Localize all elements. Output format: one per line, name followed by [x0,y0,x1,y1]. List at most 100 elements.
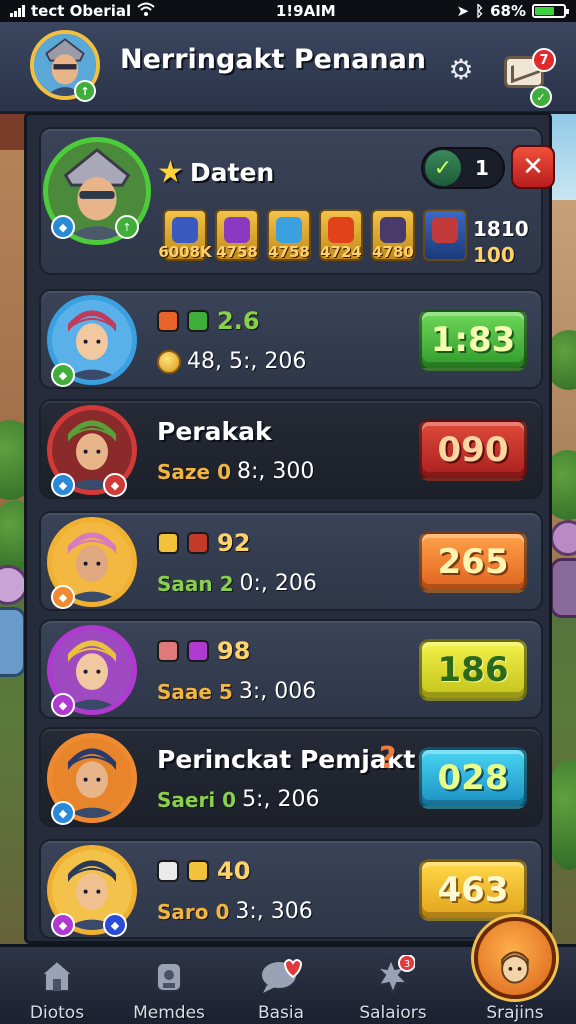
player-top-stat: 92 [157,529,250,557]
inventory-item-value: 4758 [268,243,310,261]
score-button[interactable]: 186 [419,639,527,701]
class-badge: ◆ [51,801,75,825]
mailbox-button[interactable]: 7 ✓ [500,40,556,108]
star-icon: ★ [157,155,184,190]
player-stat-line: Saae 5 3:, 006 [157,679,316,704]
nav-label-home: Diotos [29,1003,85,1023]
featured-player-card[interactable]: ◆ ↑ ★ Daten ✓ 1 ✕ 6008K 4758 4758 4724 4780 … [39,127,555,275]
rank-badge: ◆ [103,473,127,497]
svg-text:3: 3 [404,959,410,970]
item-gem-icon [276,217,302,243]
inventory-item-value: 4724 [320,243,362,261]
signal-icon [10,5,25,17]
status-bar: tect Oberial 1!9AIM ➤ ᛒ 68% [0,0,576,22]
item-gem-icon [224,217,250,243]
class-badge: ◆ [51,913,75,937]
player-name: Perakak [157,417,272,446]
stat-value: 0:, 206 [239,571,317,596]
nav-label-chat: Basia [257,1003,305,1023]
nav-tab-home[interactable]: Diotos [2,947,112,1024]
class-badge: ◆ [51,473,75,497]
level-badge: ↑ [115,215,139,239]
leaderboard-row[interactable]: ◆ Perinckat Pemjakt Saeri 0 5:, 206 028? [39,727,543,827]
bottom-navigation: Diotos Memdes Basia 3 Salaiors Srajins [0,917,576,1024]
player-stat-line: 48, 5:, 206 [157,349,306,374]
close-icon: ✕ [522,152,544,182]
carrier-name: tect Oberial [31,2,132,20]
stat-prefix: Saan 2 [157,571,234,596]
nav-tab-members[interactable]: Memdes [114,947,224,1024]
backpack-icon [147,953,191,997]
nav-tab-character[interactable]: Srajins [460,947,570,1024]
mail-count-badge: 7 [532,48,556,72]
wifi-icon [137,2,155,20]
page-title: Nerringakt Penanan [120,44,427,75]
character-icon [493,945,537,989]
toggle-count: 1 [475,156,489,180]
nav-label-character: Srajins [486,1003,544,1023]
class-badge: ◆ [51,585,75,609]
inventory-item-value: 4758 [216,243,258,261]
nav-label-members: Memdes [133,1003,205,1023]
player-stat-line: Saeri 0 5:, 206 [157,787,319,812]
stat-value: 8:, 300 [236,459,315,484]
nav-tab-chat[interactable]: Basia [226,947,336,1024]
leaderboard-row[interactable]: ◆ 92 Saan 2 0:, 206 265 [39,511,543,611]
gear-icon: ⚙ [448,52,474,86]
leaderboard-row[interactable]: ◆ ◆ 40 Saro 0 3:, 306 463 [39,839,543,939]
featured-stat-bottom: 100 [473,243,515,267]
npc-character-right [550,520,576,630]
class-badge: ◆ [51,215,75,239]
featured-name: ★ Daten [157,155,274,190]
player-stat-line: Saze 0 8:, 300 [157,459,314,484]
close-button[interactable]: ✕ [511,145,555,189]
avatar-level-badge: ↑ [74,80,96,102]
featured-name-text: Daten [189,158,275,187]
stat-value: 5:, 206 [242,787,320,812]
leaderboard-row[interactable]: ◆ 2.6 48, 5:, 206 1:83 [39,289,543,389]
leaderboard-row[interactable]: ◆ 98 Saae 5 3:, 006 186 [39,619,543,719]
leaderboard-panel: ◆ ↑ ★ Daten ✓ 1 ✕ 6008K 4758 4758 4724 4780 … [24,112,555,944]
home-icon [35,953,79,997]
inventory-item[interactable] [423,209,467,261]
stat-prefix: Saae 5 [157,679,233,704]
inventory-item-value: 6008K [158,243,212,261]
score-button[interactable]: 028 [419,747,527,809]
ready-toggle[interactable]: ✓ 1 [421,147,505,189]
inventory-item-value: 4780 [372,243,414,261]
stat-value: 3:, 006 [238,679,317,704]
rank-badge: ◆ [103,913,127,937]
stat-prefix: Saro 0 [157,899,230,924]
player-top-stat: 2.6 [157,307,260,335]
help-icon[interactable]: ? [379,741,396,776]
leaderboard-row[interactable]: ◆ ◆ Perakak Saze 0 8:, 300 090 [39,399,543,499]
stat-value: 48, 5:, 206 [187,349,307,374]
player-top-stat: 40 [157,857,250,885]
item-gem-icon [380,217,406,243]
coin-icon [157,349,181,374]
score-button[interactable]: 265 [419,531,527,593]
nav-tab-salaiors[interactable]: 3 Salaiors [338,947,448,1024]
player-name: Perinckat Pemjakt [157,745,416,774]
player-top-stat: 98 [157,637,250,665]
stat-prefix: Saeri 0 [157,787,237,812]
class-badge: ◆ [51,693,75,717]
mail-status-badge: ✓ [530,86,552,108]
item-gem-icon [432,217,458,243]
settings-button[interactable]: ⚙ [442,50,480,88]
score-button[interactable]: 1:83 [419,309,527,371]
battery-icon [532,4,569,18]
battery-percent: 68% [490,2,526,20]
stat-prefix: Saze 0 [157,459,231,484]
clock: 1!9AIM [275,2,336,20]
spiky-ball-icon: 3 [371,953,415,997]
featured-stat-top: 1810 [473,217,529,241]
item-gem-icon [172,217,198,243]
class-badge: ◆ [51,363,75,387]
stat-value: 3:, 306 [235,899,313,924]
player-stat-line: Saan 2 0:, 206 [157,571,317,596]
score-button[interactable]: 463 [419,859,527,921]
bluetooth-icon: ᛒ [475,2,485,20]
score-button[interactable]: 090 [419,419,527,481]
player-stat-line: Saro 0 3:, 306 [157,899,313,924]
